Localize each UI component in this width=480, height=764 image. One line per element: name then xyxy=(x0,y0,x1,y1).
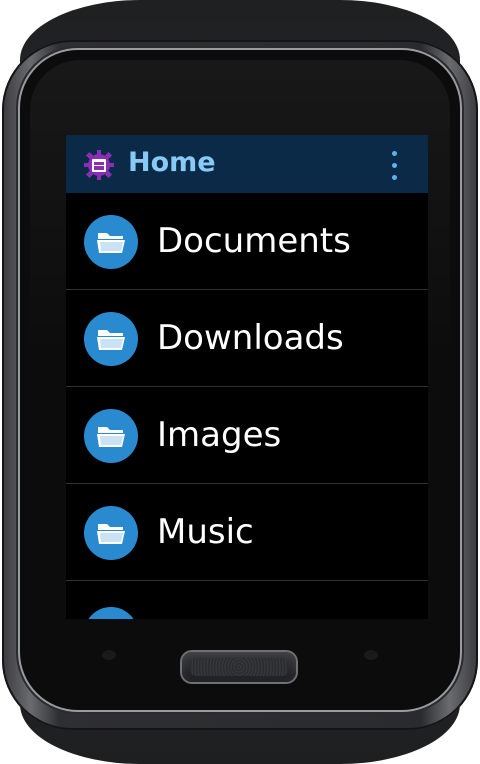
file-manager-icon[interactable] xyxy=(84,150,114,180)
folder-list: Documents Downloads Images Music xyxy=(66,193,428,581)
folder-icon-partial[interactable] xyxy=(84,607,138,619)
list-item-label: Images xyxy=(157,415,282,455)
light-sensor xyxy=(364,650,378,660)
list-item-images[interactable]: Images xyxy=(66,387,428,484)
list-item-label: Documents xyxy=(157,221,351,261)
list-item-label: Downloads xyxy=(157,318,344,358)
page-title: Home xyxy=(128,147,216,178)
proximity-sensor xyxy=(102,650,116,660)
home-button-texture xyxy=(190,658,288,676)
list-item-music[interactable]: Music xyxy=(66,484,428,581)
overflow-menu-button[interactable] xyxy=(380,147,410,183)
folder-icon xyxy=(84,409,138,463)
folder-icon xyxy=(84,506,138,560)
folder-icon xyxy=(84,215,138,269)
folder-icon xyxy=(84,312,138,366)
list-item-documents[interactable]: Documents xyxy=(66,193,428,290)
app-bar: Home xyxy=(66,135,428,193)
watch-screen: Home Documents Downloads Images Music xyxy=(66,135,428,619)
home-button[interactable] xyxy=(182,652,296,682)
watch-device: Home Documents Downloads Images Music xyxy=(0,0,480,764)
list-item-downloads[interactable]: Downloads xyxy=(66,290,428,387)
list-item-label: Music xyxy=(157,512,254,552)
